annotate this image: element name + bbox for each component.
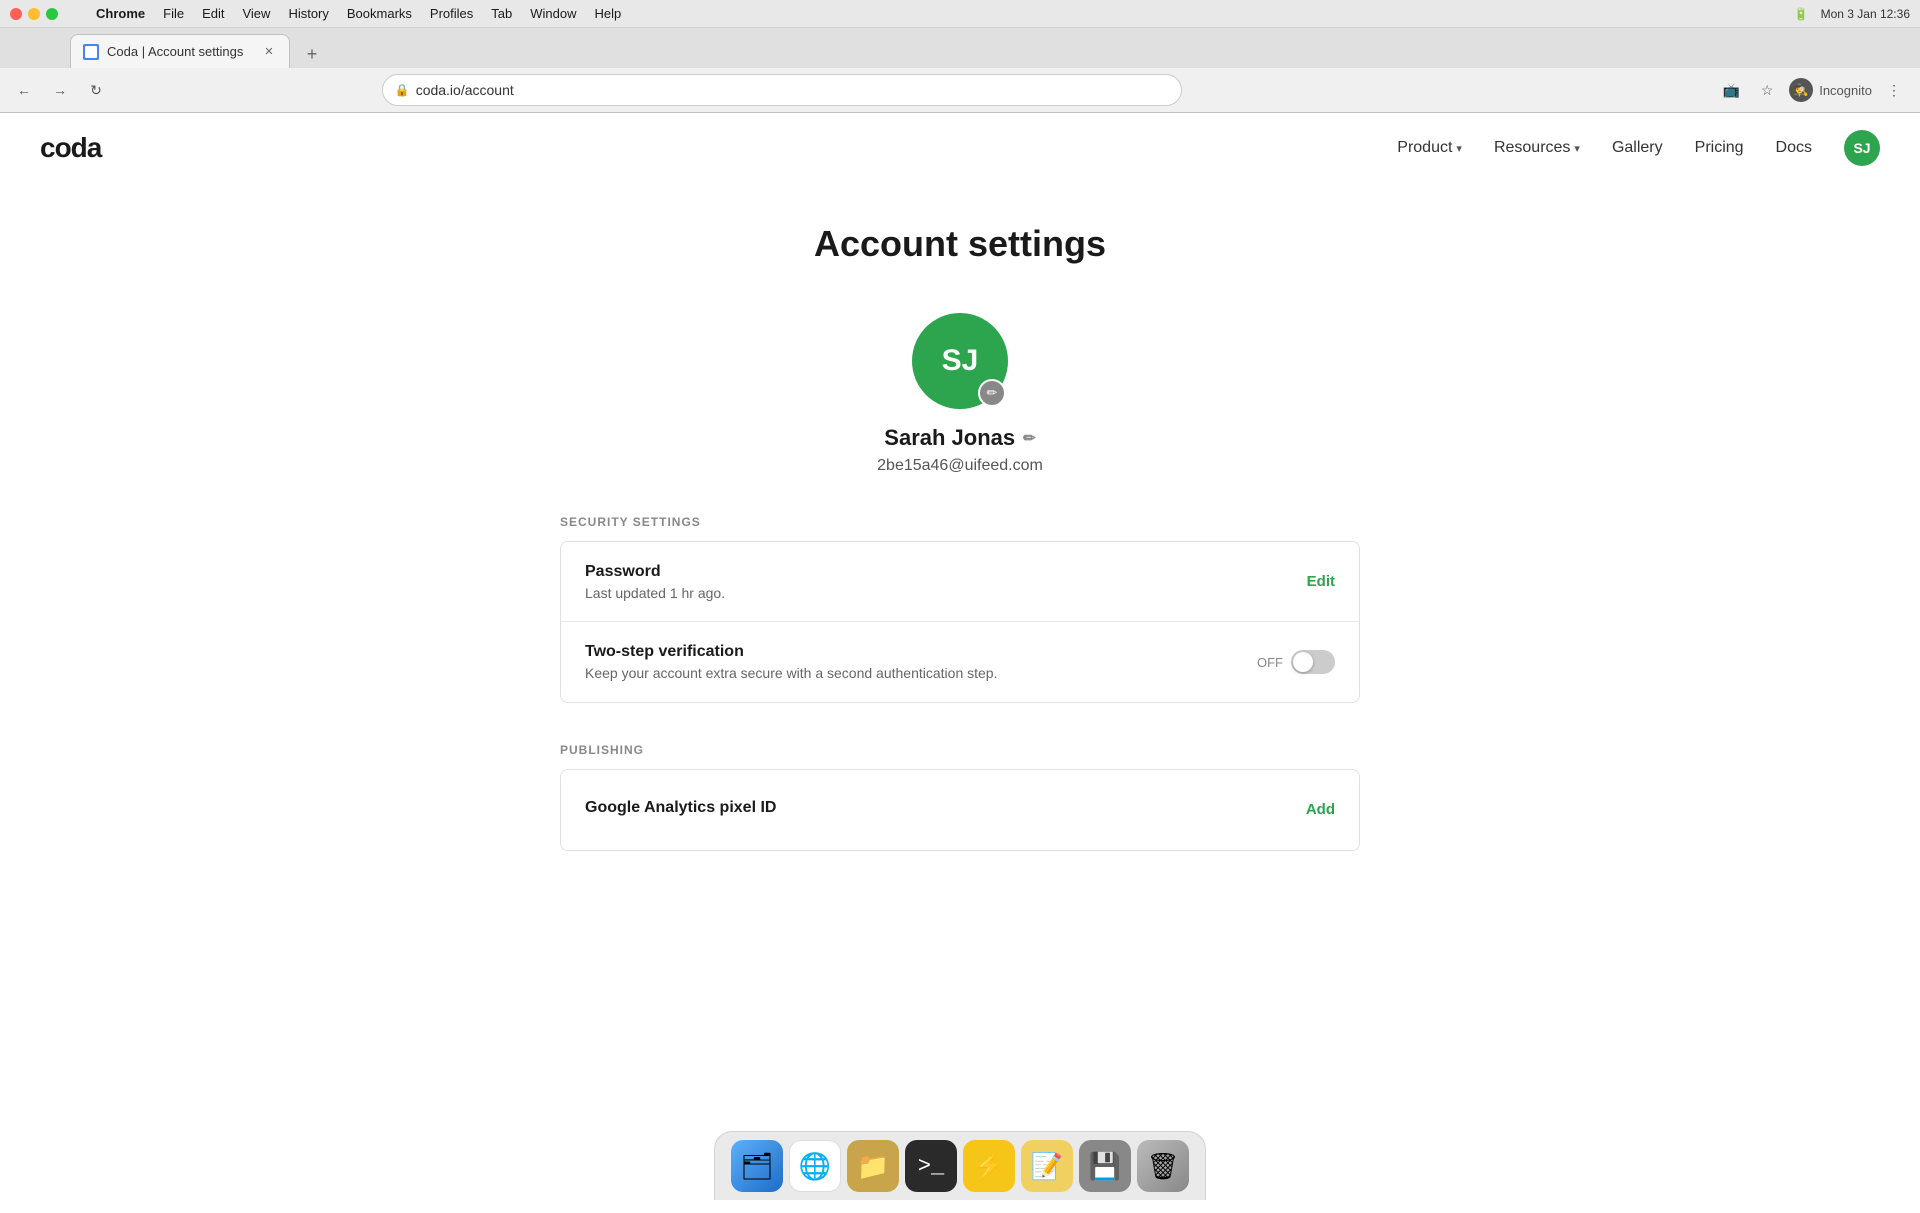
analytics-add-link[interactable]: Add [1306,801,1335,818]
two-step-subtitle: Keep your account extra secure with a se… [585,665,1233,681]
publishing-section-header: PUBLISHING [560,743,1360,757]
address-bar-row: ← → ↻ 🔒 coda.io/account 📺 ☆ 🕵 Incognito … [0,68,1920,112]
dock-folder[interactable]: 📁 [847,1140,899,1192]
user-name-row: Sarah Jonas ✏ [884,425,1035,451]
forward-button[interactable]: → [46,76,74,104]
nav-pricing-label: Pricing [1695,139,1744,157]
resources-chevron-icon: ▾ [1574,142,1580,155]
toggle-knob [1293,652,1313,672]
browser-chrome: Coda | Account settings ✕ + ← → ↻ 🔒 coda… [0,28,1920,113]
edit-menu-item[interactable]: Edit [202,6,224,21]
toggle-wrapper: OFF [1257,650,1335,674]
nav-docs[interactable]: Docs [1776,139,1812,157]
more-button[interactable]: ⋮ [1880,76,1908,104]
analytics-action: Add [1306,801,1335,819]
dock-finder[interactable]: 🗂 [731,1140,783,1192]
user-avatar-nav[interactable]: SJ [1844,130,1880,166]
browser-actions: 📺 ☆ 🕵 Incognito ⋮ [1717,76,1908,104]
password-action: Edit [1307,573,1335,591]
back-button[interactable]: ← [10,76,38,104]
nav-resources-label: Resources [1494,139,1570,157]
analytics-row: Google Analytics pixel ID Add [561,770,1359,850]
file-menu-item[interactable]: File [163,6,184,21]
dock-trash[interactable]: 🗑 [1137,1140,1189,1192]
window-controls[interactable] [10,8,58,20]
help-menu-item[interactable]: Help [595,6,622,21]
reload-button[interactable]: ↻ [82,76,110,104]
analytics-title: Google Analytics pixel ID [585,799,1282,817]
main-content: Account settings SJ ✏ Sarah Jonas ✏ 2be1… [540,183,1380,911]
nav-links: Product ▾ Resources ▾ Gallery Pricing Do… [1397,130,1880,166]
security-section-header: SECURITY SETTINGS [560,515,1360,529]
view-menu-item[interactable]: View [242,6,270,21]
two-step-toggle[interactable] [1291,650,1335,674]
url-text: coda.io/account [416,82,514,98]
toggle-off-label: OFF [1257,655,1283,670]
password-content: Password Last updated 1 hr ago. [585,563,1283,601]
nav-resources[interactable]: Resources ▾ [1494,139,1580,157]
tab-favicon [83,44,99,60]
lock-icon: 🔒 [395,83,410,97]
security-settings-card: Password Last updated 1 hr ago. Edit Two… [560,541,1360,703]
coda-nav: coda Product ▾ Resources ▾ Gallery Prici… [0,113,1920,183]
nav-docs-label: Docs [1776,139,1812,157]
coda-logo[interactable]: coda [40,132,101,164]
cast-button[interactable]: 📺 [1717,76,1745,104]
nav-product-label: Product [1397,139,1452,157]
password-title: Password [585,563,1283,581]
two-step-action: OFF [1257,650,1335,674]
analytics-content: Google Analytics pixel ID [585,799,1282,821]
nav-gallery[interactable]: Gallery [1612,139,1663,157]
nav-pricing[interactable]: Pricing [1695,139,1744,157]
battery-icon: 🔋 [1794,7,1809,21]
active-tab[interactable]: Coda | Account settings ✕ [70,34,290,68]
two-step-title: Two-step verification [585,643,1233,661]
minimize-button[interactable] [28,8,40,20]
bookmark-button[interactable]: ☆ [1753,76,1781,104]
titlebar: Chrome File Edit View History Bookmarks … [0,0,1920,28]
avatar-section: SJ ✏ Sarah Jonas ✏ 2be15a46@uifeed.com [560,313,1360,475]
password-row: Password Last updated 1 hr ago. Edit [561,542,1359,622]
dock-bolt[interactable]: ⚡ [963,1140,1015,1192]
titlebar-status: 🔋 Mon 3 Jan 12:36 [1794,7,1910,21]
edit-name-icon[interactable]: ✏ [1023,429,1036,447]
tab-bar: Coda | Account settings ✕ + [0,28,1920,68]
incognito-icon: 🕵 [1789,78,1813,102]
tab-close-button[interactable]: ✕ [261,44,277,60]
avatar-wrapper: SJ ✏ [912,313,1008,409]
time-display: Mon 3 Jan 12:36 [1821,7,1910,21]
avatar-edit-button[interactable]: ✏ [978,379,1006,407]
new-tab-button[interactable]: + [298,40,326,68]
chrome-menu-item[interactable]: Chrome [96,6,145,21]
two-step-content: Two-step verification Keep your account … [585,643,1233,681]
dock-drive[interactable]: 💾 [1079,1140,1131,1192]
close-button[interactable] [10,8,22,20]
two-step-row: Two-step verification Keep your account … [561,622,1359,702]
dock: 🗂 🌐 📁 >_ ⚡ 📝 💾 🗑 [714,1131,1206,1200]
page-title: Account settings [560,223,1360,265]
tab-title: Coda | Account settings [107,44,243,59]
publishing-settings-card: Google Analytics pixel ID Add [560,769,1360,851]
profiles-menu-item[interactable]: Profiles [430,6,473,21]
product-chevron-icon: ▾ [1456,142,1462,155]
user-name-text: Sarah Jonas [884,425,1015,451]
dock-chrome[interactable]: 🌐 [789,1140,841,1192]
password-subtitle: Last updated 1 hr ago. [585,585,1283,601]
dock-notes[interactable]: 📝 [1021,1140,1073,1192]
window-menu-item[interactable]: Window [530,6,576,21]
nav-gallery-label: Gallery [1612,139,1663,157]
dock-terminal[interactable]: >_ [905,1140,957,1192]
address-bar[interactable]: 🔒 coda.io/account [382,74,1182,106]
user-email: 2be15a46@uifeed.com [877,457,1043,475]
password-edit-link[interactable]: Edit [1307,573,1335,590]
incognito-badge: 🕵 Incognito [1789,78,1872,102]
tab-menu-item[interactable]: Tab [491,6,512,21]
bookmarks-menu-item[interactable]: Bookmarks [347,6,412,21]
macos-menu: Chrome File Edit View History Bookmarks … [96,6,621,21]
history-menu-item[interactable]: History [288,6,328,21]
incognito-label: Incognito [1819,83,1872,98]
fullscreen-button[interactable] [46,8,58,20]
nav-product[interactable]: Product ▾ [1397,139,1462,157]
page-wrapper: coda Product ▾ Resources ▾ Gallery Prici… [0,113,1920,1213]
